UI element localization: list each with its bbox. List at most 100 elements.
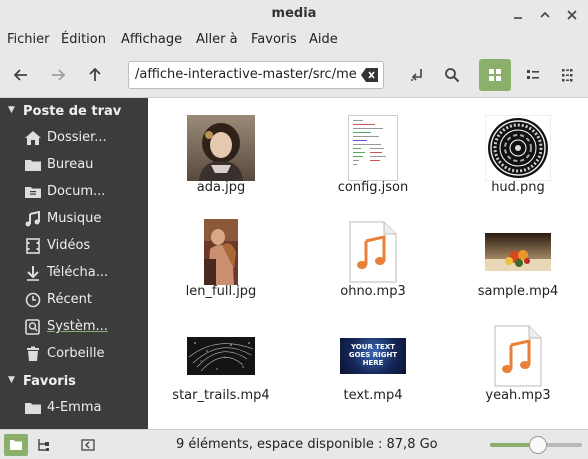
sidebar-item-documents[interactable]: Docum...	[0, 179, 148, 206]
trash-icon	[27, 346, 39, 361]
audio-file-icon	[494, 325, 542, 387]
file-item-config[interactable]: config.json	[308, 98, 438, 198]
sidebar-section-computer[interactable]: ▼ Poste de trav	[0, 102, 148, 124]
zoom-slider-handle[interactable]	[528, 436, 547, 454]
file-name: hud.png	[491, 180, 545, 195]
tree-icon	[38, 439, 49, 451]
zoom-slider[interactable]	[490, 436, 582, 454]
minimize-icon	[514, 17, 522, 19]
clock-icon	[25, 292, 41, 308]
file-item-star-trails[interactable]: star_trails.mp4	[156, 306, 286, 406]
compact-view-button[interactable]	[553, 60, 583, 90]
sidebar-section-bookmarks[interactable]: ▼ Favoris	[0, 372, 148, 394]
sidebar-section-label: Favoris	[23, 374, 76, 389]
sidebar-item-label: Systèm...	[47, 319, 108, 334]
toggle-location-button[interactable]	[402, 60, 432, 90]
file-name: len_full.jpg	[185, 284, 257, 299]
arrow-up-icon	[89, 67, 101, 81]
file-item-ada[interactable]: ada.jpg	[156, 98, 286, 198]
audio-file-icon	[349, 221, 397, 283]
sidebar-item-videos[interactable]: Vidéos	[0, 233, 148, 260]
sidebar-section-label: Poste de trav	[23, 104, 122, 119]
location-toggle-icon	[411, 69, 422, 81]
menu-edition[interactable]: Édition	[61, 32, 106, 47]
sidebar-item-desktop[interactable]: Bureau	[0, 152, 148, 179]
file-name: config.json	[337, 180, 409, 195]
file-name: yeah.mp3	[485, 388, 551, 403]
file-item-ohno[interactable]: ohno.mp3	[308, 202, 438, 302]
file-item-sample[interactable]: sample.mp4	[453, 202, 583, 302]
sidebar-item-label: Bureau	[47, 157, 94, 172]
video-thumbnail: YOUR TEXT GOES RIGHT HERE	[340, 338, 406, 374]
grid-view-icon	[489, 69, 501, 81]
sidebar-item-label: 4-Emma	[47, 400, 102, 415]
collapse-icon: ▼	[8, 105, 15, 115]
up-button[interactable]	[80, 60, 110, 90]
file-name: ada.jpg	[196, 180, 246, 195]
sidebar-item-downloads[interactable]: Télécha...	[0, 260, 148, 287]
hide-sidebar-button[interactable]	[76, 434, 100, 456]
video-overlay-text: YOUR TEXT GOES RIGHT HERE	[348, 343, 398, 367]
file-item-len-full[interactable]: len_full.jpg	[156, 202, 286, 302]
download-icon	[27, 266, 39, 281]
file-name: sample.mp4	[477, 284, 559, 299]
minimize-button[interactable]	[510, 7, 526, 23]
file-name: ohno.mp3	[340, 284, 406, 299]
icon-view-button[interactable]	[479, 59, 511, 91]
close-button[interactable]	[564, 7, 580, 23]
sidebar-item-label: Musique	[47, 211, 102, 226]
clear-location-button[interactable]	[361, 67, 379, 83]
video-thumbnail	[187, 337, 255, 375]
drive-icon	[25, 319, 40, 335]
menu-favoris[interactable]: Favoris	[251, 32, 297, 47]
menu-affichage[interactable]: Affichage	[121, 32, 182, 47]
show-places-button[interactable]	[4, 434, 28, 456]
status-text: 9 éléments, espace disponible : 87,8 Go	[176, 437, 438, 452]
menu-aide[interactable]: Aide	[309, 32, 338, 47]
hud-thumbnail	[485, 115, 551, 181]
sidebar-item-system[interactable]: Systèm...	[0, 314, 148, 341]
back-button[interactable]	[6, 60, 36, 90]
arrow-right-icon	[52, 69, 66, 81]
search-icon	[445, 68, 460, 83]
video-thumbnail	[485, 233, 551, 271]
title-bar: media	[0, 0, 588, 30]
sidebar-item-label: Vidéos	[47, 238, 91, 253]
show-tree-button[interactable]	[32, 434, 56, 456]
file-item-yeah[interactable]: yeah.mp3	[453, 306, 583, 406]
file-item-hud[interactable]: hud.png	[453, 98, 583, 198]
file-view[interactable]: ada.jpg config.json hud.png len_full.jpg…	[148, 98, 588, 429]
sidebar-item-4-emma[interactable]: 4-Emma	[0, 395, 148, 422]
portrait-thumbnail	[187, 115, 255, 181]
sidebar-item-home[interactable]: Dossier...	[0, 125, 148, 152]
search-button[interactable]	[437, 60, 467, 90]
menu-aller-a[interactable]: Aller à	[196, 32, 238, 47]
location-path[interactable]: /affiche-interactive-master/src/media	[135, 67, 357, 82]
sidebar-item-label: Dossier...	[47, 130, 107, 145]
window-title: media	[271, 6, 317, 21]
clear-icon	[361, 68, 378, 82]
list-view-button[interactable]	[518, 60, 548, 90]
sidebar-item-label: Télécha...	[47, 265, 109, 280]
sidebar-item-trash[interactable]: Corbeille	[0, 341, 148, 368]
sidebar-item-recent[interactable]: Récent	[0, 287, 148, 314]
file-name: text.mp4	[343, 388, 403, 403]
folder-icon	[10, 440, 22, 450]
location-bar[interactable]: /affiche-interactive-master/src/media	[128, 61, 384, 89]
file-item-text[interactable]: YOUR TEXT GOES RIGHT HERE text.mp4	[308, 306, 438, 406]
maximize-button[interactable]	[537, 7, 553, 23]
video-icon	[26, 238, 40, 254]
toolbar: /affiche-interactive-master/src/media	[0, 52, 588, 98]
painting-thumbnail	[204, 219, 238, 285]
folder-icon	[25, 160, 41, 171]
sidebar-item-label: Docum...	[47, 184, 106, 199]
menu-fichier[interactable]: Fichier	[7, 32, 50, 47]
sidebar-item-music[interactable]: Musique	[0, 206, 148, 233]
sidebar-item-label: Récent	[47, 292, 92, 307]
arrow-left-icon	[13, 69, 27, 81]
forward-button[interactable]	[43, 60, 73, 90]
document-icon	[25, 187, 41, 198]
compact-view-icon	[562, 69, 573, 82]
sidebar-item-label: Corbeille	[47, 346, 105, 361]
home-icon	[25, 131, 41, 145]
